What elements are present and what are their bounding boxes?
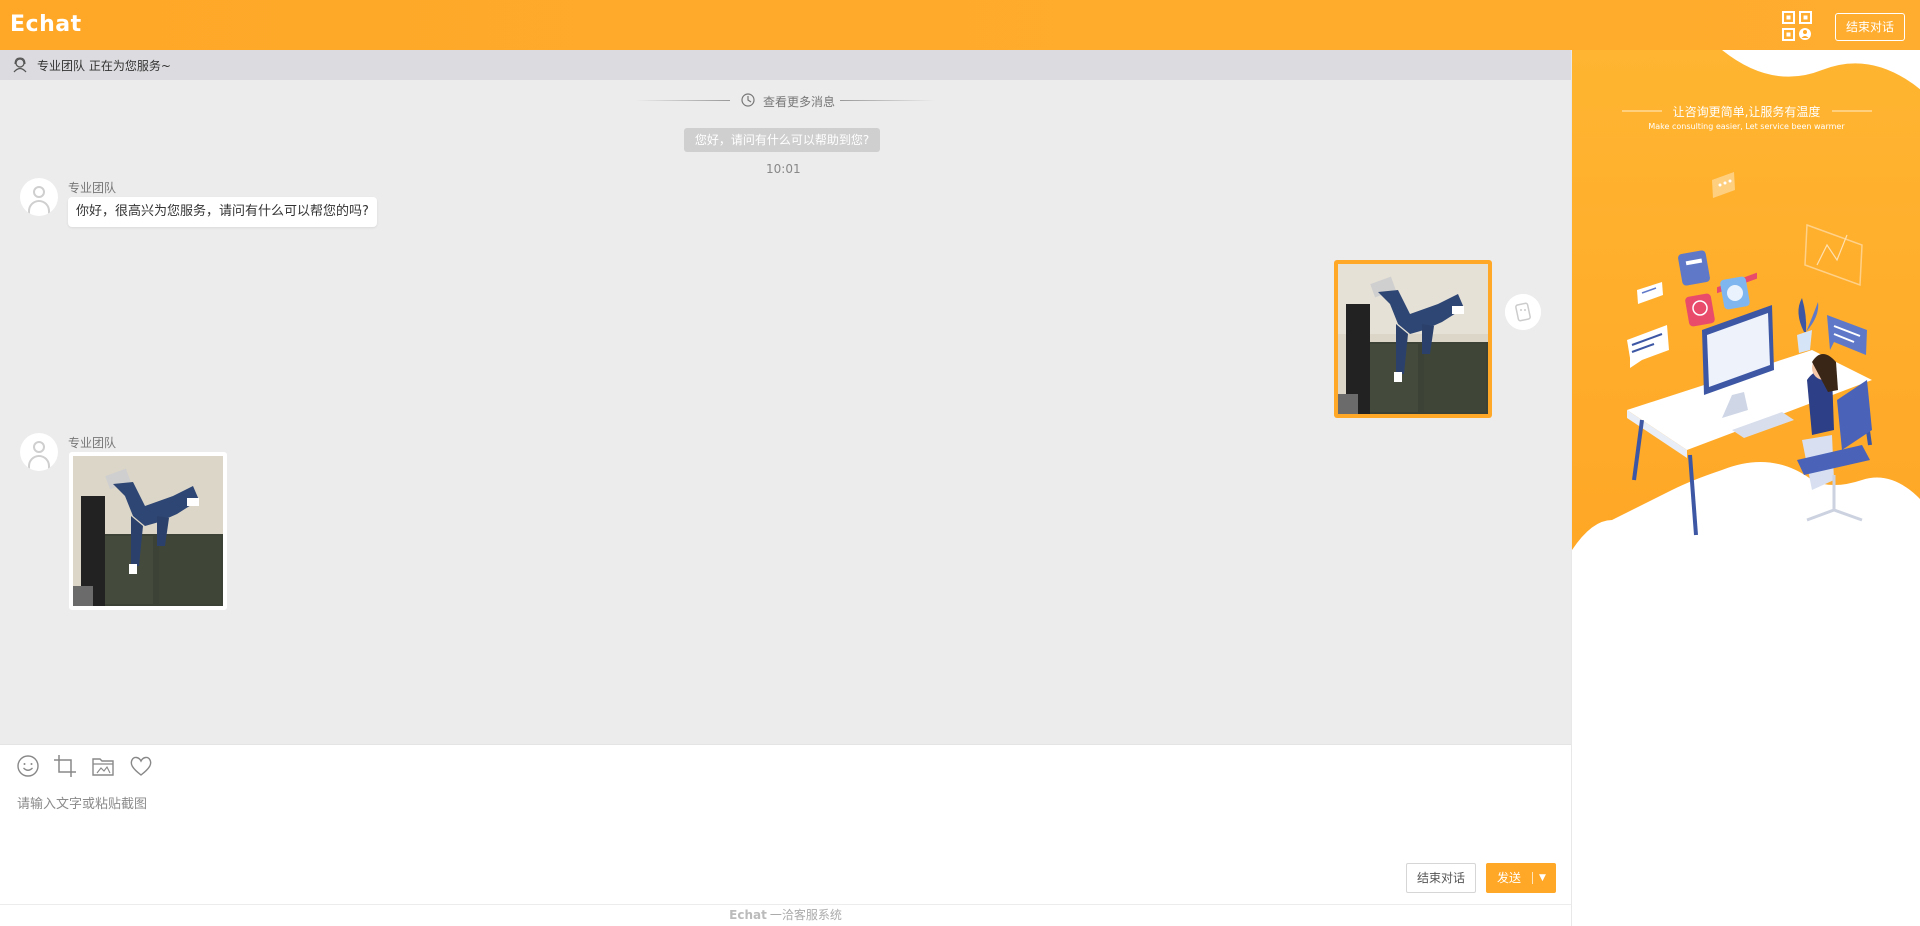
divider [635,100,730,101]
sender-name: 专业团队 [68,436,117,450]
qr-code-icon[interactable] [1782,11,1812,41]
received-image[interactable] [73,456,223,606]
folder-icon[interactable] [90,753,116,779]
view-more-messages[interactable]: 查看更多消息 [635,90,935,110]
status-bar: 专业团队 正在为您服务~ [0,50,1571,80]
emoji-icon[interactable] [15,753,41,779]
slogan-english: Make consulting easier, Let service been… [1648,122,1845,131]
slogan: 让咨询更简单,让服务有温度 [1672,105,1821,119]
message-input[interactable]: 请输入文字或粘贴截图 [17,793,147,812]
footer: Echat 一洽客服系统 [0,904,1571,926]
crop-icon[interactable] [52,753,78,779]
agent-icon [13,57,27,73]
send-options-dropdown[interactable]: ▼ [1539,863,1546,893]
customer-service-illustration [1572,50,1920,550]
side-panel: 让咨询更简单,让服务有温度 Make consulting easier, Le… [1571,50,1920,926]
user-avatar [1505,294,1541,330]
received-image-message[interactable] [69,452,227,610]
sent-image-message[interactable] [1334,260,1492,418]
chat-panel: 专业团队 正在为您服务~ 查看更多消息 您好，请问有什么可以帮助到您? 10:0… [0,50,1571,744]
status-text: 专业团队 正在为您服务~ [37,59,171,73]
top-bar: Echat 结束对话 [0,0,1920,50]
message-bubble: 你好，很高兴为您服务，请问有什么可以帮您的吗? [68,197,377,227]
end-chat-top-button[interactable]: 结束对话 [1835,13,1905,41]
end-chat-button[interactable]: 结束对话 [1406,863,1476,893]
logo: Echat [10,12,82,37]
history-icon [741,93,755,107]
sent-image[interactable] [1338,264,1488,414]
agent-avatar [20,178,58,216]
send-label[interactable]: 发送 [1497,863,1521,893]
message-input-area: 请输入文字或粘贴截图 结束对话 发送 ▼ [0,744,1571,904]
message-timestamp: 10:01 [766,162,801,176]
view-more-label[interactable]: 查看更多消息 [763,93,835,110]
system-message: 您好，请问有什么可以帮助到您? [684,128,880,152]
footer-logo: Echat [729,908,767,922]
send-separator [1532,872,1533,884]
footer-text: 一洽客服系统 [769,908,842,922]
divider [840,100,935,101]
agent-avatar [20,433,58,471]
sender-name: 专业团队 [68,181,117,195]
send-button[interactable]: 发送 ▼ [1486,863,1556,893]
heart-icon[interactable] [128,753,154,779]
